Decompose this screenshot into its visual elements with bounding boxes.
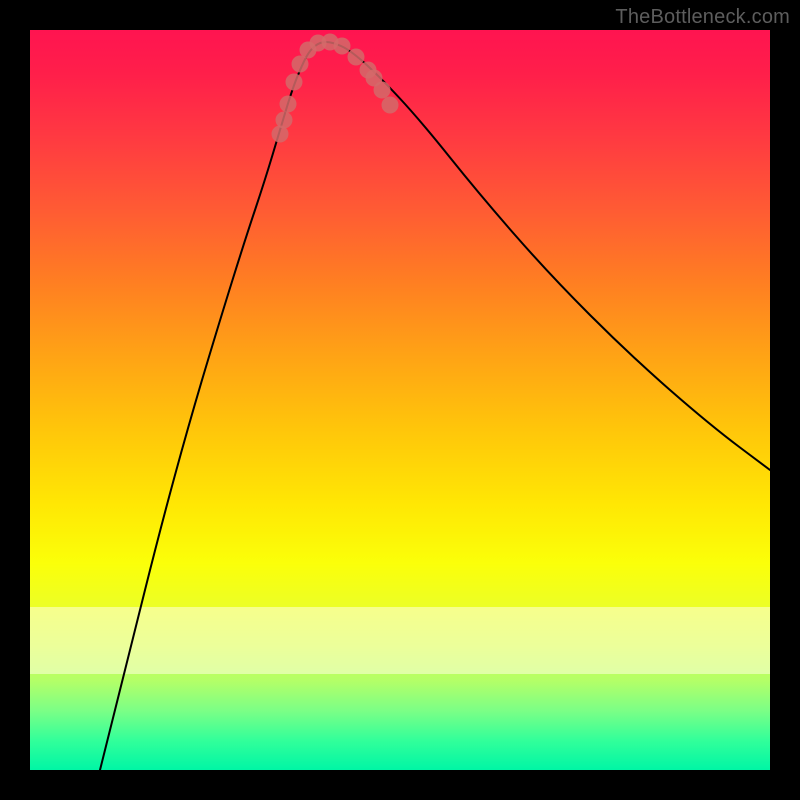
attribution-text: TheBottleneck.com — [615, 6, 790, 29]
min-dot — [280, 96, 297, 113]
bottleneck-curve — [100, 42, 770, 770]
chart-svg — [30, 30, 770, 770]
plot-area — [30, 30, 770, 770]
min-dot — [382, 97, 399, 114]
min-dot — [374, 82, 391, 99]
min-dots-group — [272, 34, 399, 143]
min-dot — [286, 74, 303, 91]
chart-frame: TheBottleneck.com — [0, 0, 800, 800]
min-dot — [334, 38, 351, 55]
min-dot — [276, 112, 293, 129]
min-dot — [348, 49, 365, 66]
